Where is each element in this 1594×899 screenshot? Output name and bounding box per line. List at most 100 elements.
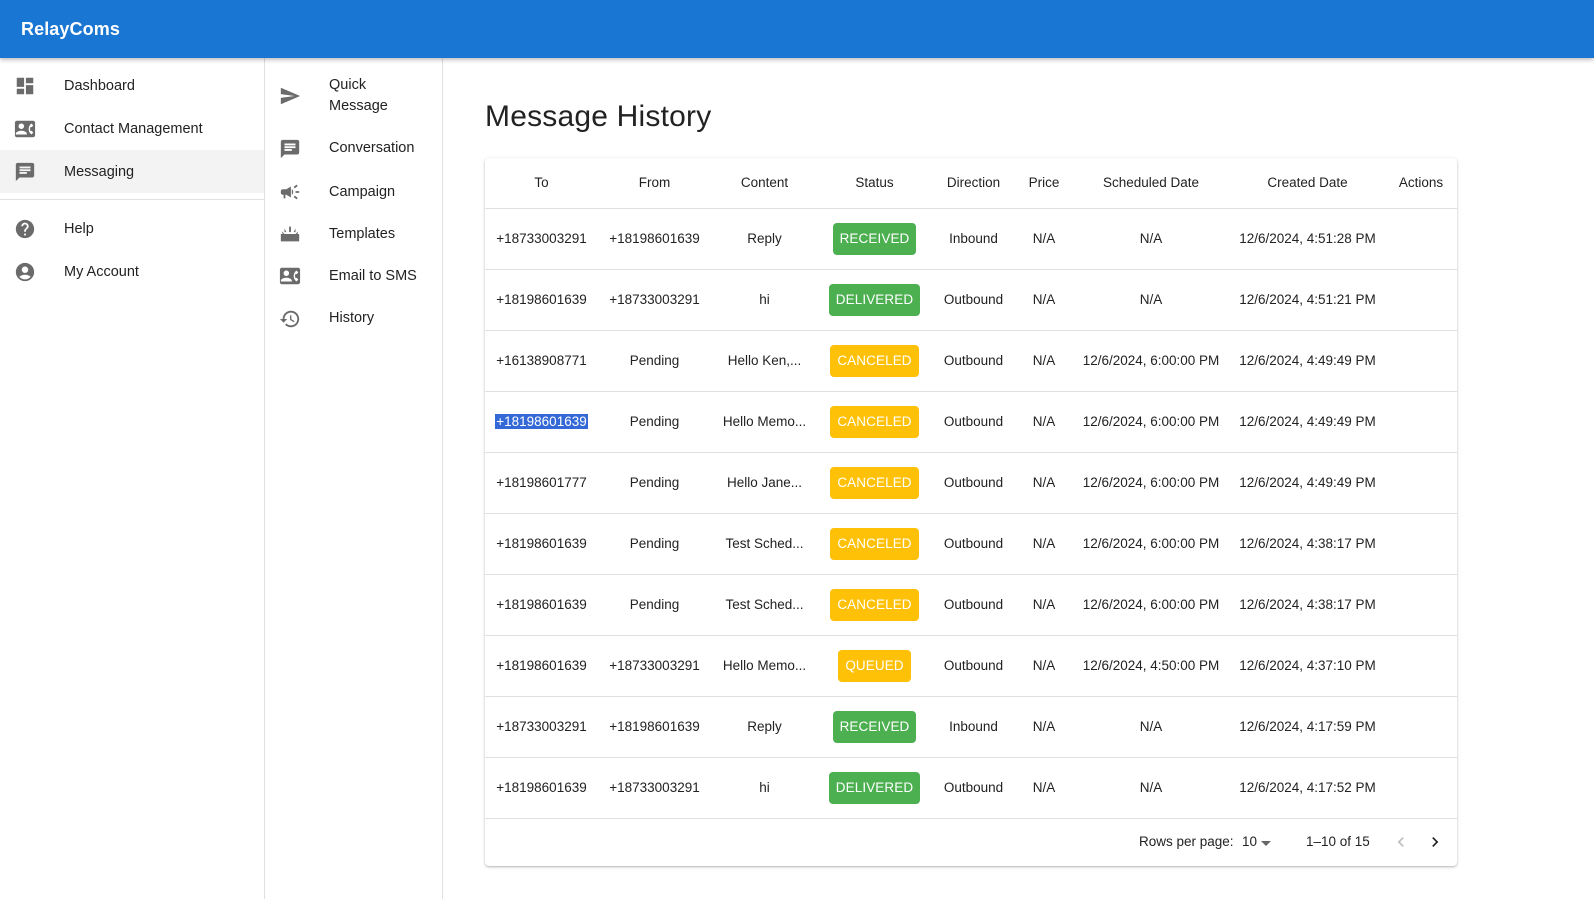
sidebar-item-label: My Account bbox=[64, 263, 139, 280]
cell-content: hi bbox=[711, 757, 818, 819]
account-circle-icon bbox=[14, 261, 36, 283]
table-row[interactable]: +18198601639 +18733003291 hi DELIVERED O… bbox=[485, 757, 1457, 819]
cell-scheduled-date: N/A bbox=[1072, 696, 1230, 758]
cell-content: Hello Memo... bbox=[711, 635, 818, 697]
table-row[interactable]: +18198601639 Pending Hello Memo... CANCE… bbox=[485, 391, 1457, 453]
cell-actions bbox=[1385, 696, 1457, 758]
subnav-item-history[interactable]: History bbox=[265, 306, 442, 330]
chat-icon bbox=[279, 138, 301, 160]
sidebar-item-help[interactable]: Help bbox=[0, 207, 264, 250]
cell-direction: Outbound bbox=[931, 757, 1016, 819]
cell-price: N/A bbox=[1016, 391, 1072, 453]
rows-per-page-select[interactable]: 10 bbox=[1242, 834, 1257, 849]
contact-card-icon bbox=[279, 265, 301, 287]
app-bar: RelayComs bbox=[0, 0, 1594, 58]
subnav-item-email-to-sms[interactable]: Email to SMS bbox=[265, 264, 442, 288]
cell-direction: Inbound bbox=[931, 696, 1016, 758]
cell-content: Hello Ken,... bbox=[711, 330, 818, 392]
cell-status: DELIVERED bbox=[818, 269, 931, 331]
subnav-item-label: Campaign bbox=[329, 184, 396, 200]
cell-status: CANCELED bbox=[818, 574, 931, 636]
sidebar-item-dashboard[interactable]: Dashboard bbox=[0, 64, 264, 107]
chevron-left-icon[interactable] bbox=[1391, 832, 1411, 852]
status-badge: RECEIVED bbox=[832, 710, 917, 743]
column-header-to[interactable]: To bbox=[485, 158, 598, 209]
cell-actions bbox=[1385, 574, 1457, 636]
cell-status: CANCELED bbox=[818, 452, 931, 514]
cell-scheduled-date: 12/6/2024, 6:00:00 PM bbox=[1072, 391, 1230, 453]
cell-status: QUEUED bbox=[818, 635, 931, 697]
table-header-row: To From Content Status Direction Price S… bbox=[485, 158, 1457, 209]
sidebar-item-label: Dashboard bbox=[64, 77, 135, 94]
cell-to: +18198601639 bbox=[485, 635, 598, 697]
cell-status: RECEIVED bbox=[818, 696, 931, 758]
table-row[interactable]: +16138908771 Pending Hello Ken,... CANCE… bbox=[485, 330, 1457, 392]
cell-price: N/A bbox=[1016, 635, 1072, 697]
cell-to: +18198601639 bbox=[485, 513, 598, 575]
cell-status: CANCELED bbox=[818, 391, 931, 453]
selected-text: +18198601639 bbox=[495, 414, 588, 429]
page-title: Message History bbox=[485, 100, 712, 133]
status-badge: CANCELED bbox=[830, 405, 919, 438]
table-row[interactable]: +18733003291 +18198601639 Reply RECEIVED… bbox=[485, 696, 1457, 758]
cell-from: +18733003291 bbox=[598, 635, 711, 697]
sidebar-item-contact-management[interactable]: Contact Management bbox=[0, 107, 264, 150]
caret-down-icon[interactable] bbox=[1261, 841, 1271, 846]
status-badge: CANCELED bbox=[830, 527, 919, 560]
cell-actions bbox=[1385, 757, 1457, 819]
column-header-from[interactable]: From bbox=[598, 158, 711, 209]
cell-actions bbox=[1385, 452, 1457, 514]
column-header-actions: Actions bbox=[1385, 158, 1457, 209]
status-badge: DELIVERED bbox=[828, 283, 921, 316]
cell-scheduled-date: N/A bbox=[1072, 208, 1230, 270]
column-header-price[interactable]: Price bbox=[1016, 158, 1072, 209]
subnav-item-conversation[interactable]: Conversation bbox=[265, 136, 442, 160]
cell-actions bbox=[1385, 513, 1457, 575]
table-row[interactable]: +18198601639 Pending Test Sched... CANCE… bbox=[485, 513, 1457, 575]
subnav-item-templates[interactable]: Templates bbox=[265, 222, 442, 246]
sidebar-item-messaging[interactable]: Messaging bbox=[0, 150, 264, 193]
subnav-item-quick-message[interactable]: Quick Message bbox=[265, 74, 442, 118]
cell-created-date: 12/6/2024, 4:38:17 PM bbox=[1230, 574, 1385, 636]
cell-scheduled-date: 12/6/2024, 6:00:00 PM bbox=[1072, 330, 1230, 392]
contact-card-icon bbox=[14, 118, 36, 140]
sidebar-divider bbox=[0, 199, 264, 200]
cell-price: N/A bbox=[1016, 757, 1072, 819]
subnav-item-label: Templates bbox=[329, 226, 396, 242]
column-header-status[interactable]: Status bbox=[818, 158, 931, 209]
cell-content: Hello Memo... bbox=[711, 391, 818, 453]
table-row[interactable]: +18733003291 +18198601639 Reply RECEIVED… bbox=[485, 208, 1457, 270]
column-header-scheduled-date[interactable]: Scheduled Date bbox=[1072, 158, 1230, 209]
table-row[interactable]: +18198601639 Pending Test Sched... CANCE… bbox=[485, 574, 1457, 636]
cell-created-date: 12/6/2024, 4:17:59 PM bbox=[1230, 696, 1385, 758]
chevron-right-icon[interactable] bbox=[1425, 832, 1445, 852]
column-header-direction[interactable]: Direction bbox=[931, 158, 1016, 209]
sidebar-item-my-account[interactable]: My Account bbox=[0, 250, 264, 293]
message-history-table: To From Content Status Direction Price S… bbox=[485, 158, 1457, 819]
subnav-label-line-1: Quick bbox=[329, 77, 367, 93]
cell-scheduled-date: 12/6/2024, 6:00:00 PM bbox=[1072, 574, 1230, 636]
column-header-content[interactable]: Content bbox=[711, 158, 818, 209]
status-badge: DELIVERED bbox=[828, 771, 921, 804]
cell-direction: Outbound bbox=[931, 391, 1016, 453]
column-header-created-date[interactable]: Created Date bbox=[1230, 158, 1385, 209]
cell-scheduled-date: 12/6/2024, 4:50:00 PM bbox=[1072, 635, 1230, 697]
subnav-item-label: Conversation bbox=[329, 140, 415, 156]
cell-to: +18198601639 bbox=[485, 391, 598, 453]
subnav-item-campaign[interactable]: Campaign bbox=[265, 180, 442, 204]
table-row[interactable]: +18198601639 +18733003291 Hello Memo... … bbox=[485, 635, 1457, 697]
cell-from: Pending bbox=[598, 574, 711, 636]
cell-to: +18198601639 bbox=[485, 269, 598, 331]
send-icon bbox=[279, 85, 301, 107]
cell-status: CANCELED bbox=[818, 513, 931, 575]
cell-price: N/A bbox=[1016, 330, 1072, 392]
cell-price: N/A bbox=[1016, 513, 1072, 575]
cell-price: N/A bbox=[1016, 574, 1072, 636]
table-row[interactable]: +18198601639 +18733003291 hi DELIVERED O… bbox=[485, 269, 1457, 331]
table-row[interactable]: +18198601777 Pending Hello Jane... CANCE… bbox=[485, 452, 1457, 514]
cell-from: +18733003291 bbox=[598, 757, 711, 819]
cell-created-date: 12/6/2024, 4:49:49 PM bbox=[1230, 391, 1385, 453]
pagination-range: 1–10 of 15 bbox=[1306, 834, 1370, 849]
cell-status: CANCELED bbox=[818, 330, 931, 392]
cell-price: N/A bbox=[1016, 269, 1072, 331]
